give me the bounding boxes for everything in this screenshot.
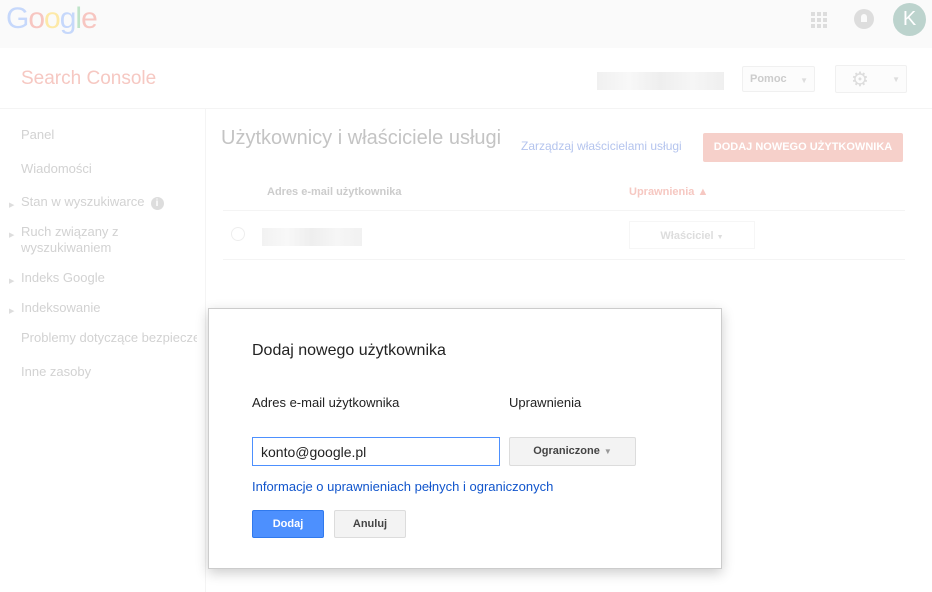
sidebar-item-label: Problemy dotyczące bezpieczeństwa xyxy=(21,330,197,345)
email-label: Adres e-mail użytkownika xyxy=(252,395,400,410)
sidebar-item-search-appearance[interactable]: ▶ Stan w wyszukiwarce i xyxy=(9,194,164,210)
redacted-site-selector[interactable] xyxy=(597,72,724,90)
google-logo[interactable]: Google xyxy=(6,2,98,36)
sidebar: Panel Wiadomości ▶ Stan w wyszukiwarce i ▶… xyxy=(0,109,206,592)
add-user-dialog: Dodaj nowego użytkownika Adres e-mail uż… xyxy=(208,308,722,569)
page-title: Użytkownicy i właściciele usługi xyxy=(221,127,502,149)
permission-label: Uprawnienia xyxy=(509,395,582,410)
sidebar-item-label: Ruch związany z wyszukiwaniem xyxy=(21,224,119,255)
sidebar-item-crawl[interactable]: ▶ Indeksowanie xyxy=(9,300,101,316)
column-header-permission[interactable]: Uprawnienia ▲ xyxy=(629,186,708,198)
email-input[interactable] xyxy=(252,437,500,466)
help-label: Pomoc xyxy=(750,73,787,85)
sidebar-item-label: Wiadomości xyxy=(21,161,92,176)
gear-icon: ⚙ xyxy=(851,69,869,91)
sidebar-item-label: Panel xyxy=(21,127,55,142)
column-header-email[interactable]: Adres e-mail użytkownika xyxy=(267,186,402,198)
cancel-button[interactable]: Anuluj xyxy=(334,510,406,538)
sidebar-item-search-traffic[interactable]: ▶ Ruch związany z wyszukiwaniem xyxy=(9,224,171,256)
caret-down-icon: ▼ xyxy=(800,76,808,85)
google-bar xyxy=(0,0,932,48)
sidebar-item-other-resources[interactable]: Inne zasoby xyxy=(21,364,91,380)
help-dropdown[interactable]: Pomoc ▼ xyxy=(742,66,815,92)
sidebar-item-label: Stan w wyszukiwarce xyxy=(21,194,145,209)
caret-down-icon: ▼ xyxy=(603,447,612,456)
permissions-info-link[interactable]: Informacje o uprawnieniach pełnych i ogr… xyxy=(252,479,553,494)
add-user-button[interactable]: DODAJ NOWEGO UŻYTKOWNIKA xyxy=(703,133,903,162)
sidebar-item-security[interactable]: Problemy dotyczące bezpieczeństwa xyxy=(21,330,197,346)
expand-arrow-icon: ▶ xyxy=(9,278,15,285)
expand-arrow-icon: ▶ xyxy=(9,308,15,315)
bell-icon[interactable] xyxy=(854,9,874,29)
sidebar-item-google-index[interactable]: ▶ Indeks Google xyxy=(9,270,105,286)
divider xyxy=(223,210,905,211)
caret-down-icon: ▼ xyxy=(716,234,724,241)
permission-value: Ograniczone xyxy=(533,445,600,457)
sidebar-item-messages[interactable]: Wiadomości xyxy=(21,161,92,177)
sidebar-item-label: Indeksowanie xyxy=(21,300,101,315)
app-title[interactable]: Search Console xyxy=(21,68,156,90)
sidebar-item-label: Indeks Google xyxy=(21,270,105,285)
divider xyxy=(223,259,905,260)
settings-dropdown[interactable]: ⚙ ▼ xyxy=(835,65,907,93)
apps-grid-icon[interactable] xyxy=(811,12,827,28)
manage-owners-link[interactable]: Zarządzaj właścicielami usługi xyxy=(521,139,682,153)
permission-label: Właściciel xyxy=(660,230,714,242)
redacted-email xyxy=(262,228,362,246)
avatar[interactable]: K xyxy=(893,3,926,36)
permission-select[interactable]: Ograniczone ▼ xyxy=(509,437,636,466)
expand-arrow-icon: ▶ xyxy=(9,202,15,209)
add-button[interactable]: Dodaj xyxy=(252,510,324,538)
dialog-title: Dodaj nowego użytkownika xyxy=(252,342,446,359)
expand-arrow-icon: ▶ xyxy=(9,232,15,239)
permission-dropdown[interactable]: Właściciel ▼ xyxy=(629,221,755,249)
sidebar-item-label: Inne zasoby xyxy=(21,364,92,379)
caret-down-icon: ▼ xyxy=(892,75,900,84)
sidebar-item-panel[interactable]: Panel xyxy=(21,127,54,143)
info-icon[interactable]: i xyxy=(150,197,164,210)
row-radio[interactable] xyxy=(231,227,245,241)
